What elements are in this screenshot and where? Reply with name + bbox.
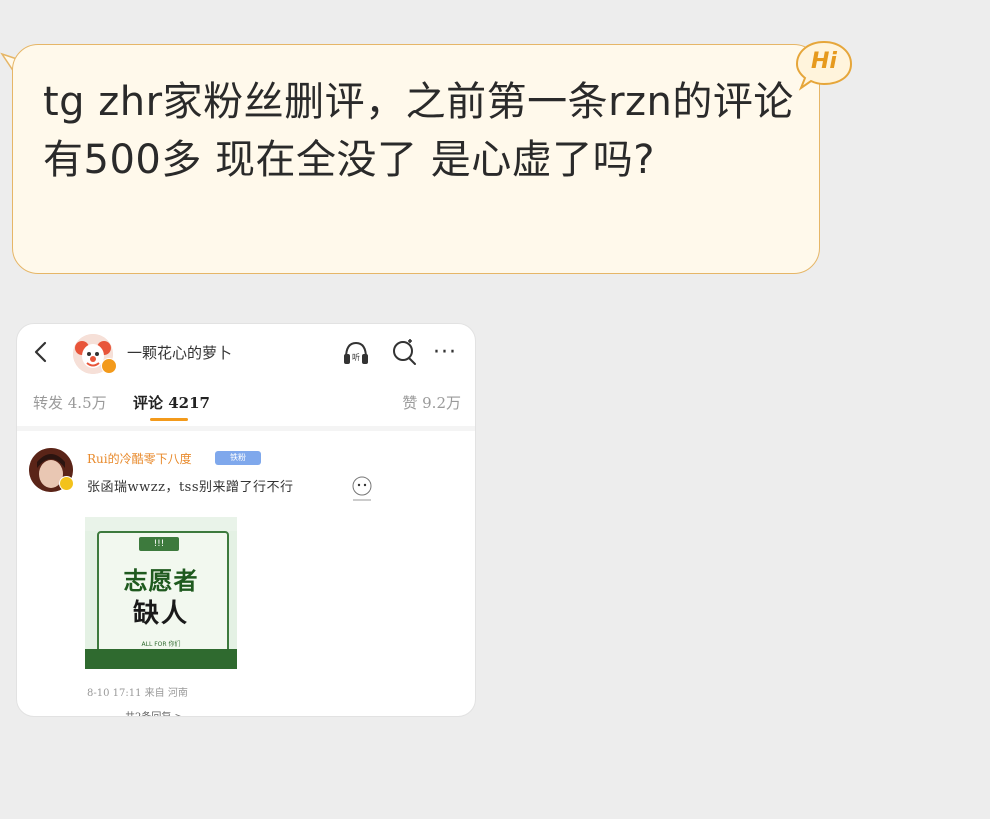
message-text: tg zhr家粉丝删评，之前第一条rzn的评论有500多 现在全没了 是心虚了吗… <box>43 79 794 183</box>
top-bar: 一颗花心的萝卜 听 ··· <box>17 324 475 380</box>
replies-link[interactable]: 共2条回复 > <box>125 708 183 716</box>
search-icon[interactable] <box>391 338 417 366</box>
poster-footer-text: ALL FOR 你们 <box>141 641 181 648</box>
comment-meta: 8-10 17:11 来自 河南 <box>87 688 188 699</box>
tab-bar: 转发 4.5万 评论 4217 赞 9.2万 <box>17 382 475 431</box>
verified-badge-icon <box>101 358 117 374</box>
tab-repost[interactable]: 转发 4.5万 <box>33 392 107 413</box>
commenter-name[interactable]: Rui的冷酷零下八度 <box>87 450 192 467</box>
hi-badge-icon: Hi <box>795 40 853 92</box>
poster-bottom-bar <box>85 649 237 669</box>
active-tab-indicator <box>150 418 188 421</box>
fan-badge: 铁粉 <box>215 451 261 465</box>
poster-headline: 志愿者 <box>123 567 199 595</box>
message-bubble[interactable]: tg zhr家粉丝删评，之前第一条rzn的评论有500多 现在全没了 是心虚了吗… <box>12 44 820 274</box>
tab-like[interactable]: 赞 9.2万 <box>402 392 461 413</box>
back-icon[interactable] <box>31 340 51 364</box>
weibo-screenshot[interactable]: 一颗花心的萝卜 听 ··· 转发 4.5万 评论 4217 赞 9.2万 Rui… <box>16 323 476 717</box>
hi-badge-label: Hi <box>811 49 837 74</box>
account-name[interactable]: 一颗花心的萝卜 <box>127 342 232 363</box>
more-icon[interactable]: ··· <box>433 340 463 365</box>
poster-top-strip <box>85 517 237 531</box>
comment-image[interactable]: !!! 志愿者 缺人 ALL FOR 你们 <box>85 517 237 669</box>
tab-comment[interactable]: 评论 4217 <box>133 392 210 413</box>
svg-text:听: 听 <box>352 353 360 362</box>
sticker-icon <box>352 476 372 501</box>
listen-icon[interactable]: 听 <box>341 338 371 366</box>
poster-tag: !!! <box>139 537 179 551</box>
comment-text: 张函瑞wwzz，tss别来蹭了行不行 <box>87 480 294 495</box>
poster-subheadline: 缺人 <box>132 599 189 629</box>
commenter-verified-icon <box>59 476 74 491</box>
